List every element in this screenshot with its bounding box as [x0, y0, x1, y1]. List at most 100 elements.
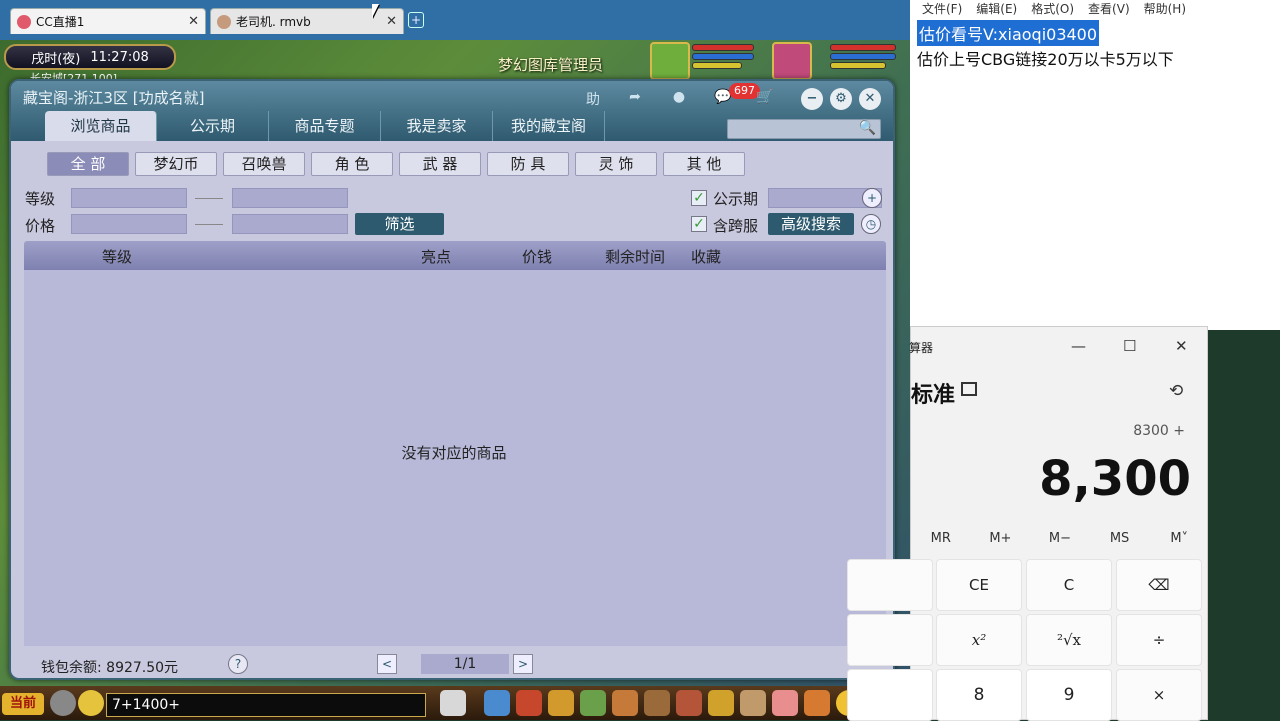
record-icon[interactable]: ●	[667, 89, 691, 109]
notepad-line-selected[interactable]: 估价看号V:xiaoqi03400	[917, 20, 1100, 46]
calc-close-button[interactable]: ✕	[1175, 337, 1188, 355]
guild-icon[interactable]	[676, 690, 702, 716]
calc-key-divide[interactable]: ÷	[1116, 614, 1202, 666]
category-armor[interactable]: 防 具	[487, 152, 569, 176]
search-icon[interactable]: 🔍	[859, 120, 876, 136]
time-period: 戌时(夜)	[31, 51, 81, 67]
activity-icon[interactable]	[804, 690, 830, 716]
help-icon[interactable]: 助	[581, 89, 605, 109]
calc-key-7[interactable]	[847, 669, 933, 721]
gift-icon[interactable]	[548, 690, 574, 716]
keep-on-top-icon[interactable]	[961, 382, 977, 396]
notepad-window: 文件(F) 编辑(E) 格式(O) 查看(V) 帮助(H) 估价看号V:xiao…	[910, 0, 1280, 330]
calculator-mode[interactable]: 标准	[911, 377, 955, 409]
browser-tab-cc-live[interactable]: CC直播1 ✕	[10, 8, 206, 34]
price-max-input[interactable]	[232, 214, 348, 234]
calc-key-ce[interactable]: CE	[936, 559, 1022, 611]
history-icon[interactable]: ⟲	[1169, 381, 1183, 401]
column-price[interactable]: 价钱	[522, 246, 552, 267]
menu-view[interactable]: 查看(V)	[1088, 0, 1130, 16]
minimize-button[interactable]: −	[801, 88, 823, 110]
memory-store-button[interactable]: MS	[1090, 531, 1150, 546]
mall-icon[interactable]	[772, 690, 798, 716]
calc-expression: 8300 +	[1133, 423, 1185, 439]
notepad-line[interactable]: 估价上号CBG链接20万以卡5万以下	[917, 46, 1174, 70]
calc-key-reciprocal[interactable]	[847, 614, 933, 666]
friends-icon[interactable]	[612, 690, 638, 716]
settings-button[interactable]: ⚙	[830, 88, 852, 110]
quest-icon[interactable]	[708, 690, 734, 716]
cross-server-checkbox[interactable]: ✓	[691, 216, 707, 232]
calc-key-multiply[interactable]: ×	[1116, 669, 1202, 721]
column-time-left[interactable]: 剩余时间	[605, 246, 665, 267]
microphone-icon[interactable]	[50, 690, 76, 716]
category-accessories[interactable]: 灵 饰	[575, 152, 657, 176]
pet-portrait[interactable]	[650, 42, 690, 80]
column-level[interactable]: 等级	[102, 246, 132, 267]
help-icon[interactable]: ?	[228, 654, 248, 674]
memory-subtract-button[interactable]: M−	[1030, 531, 1090, 546]
item-slot-icon[interactable]	[484, 690, 510, 716]
category-currency[interactable]: 梦幻币	[135, 152, 217, 176]
calc-key-9[interactable]: 9	[1026, 669, 1112, 721]
category-pets[interactable]: 召唤兽	[223, 152, 305, 176]
calc-key-backspace[interactable]: ⌫	[1116, 559, 1202, 611]
tab-seller[interactable]: 我是卖家	[381, 111, 493, 141]
tab-close-icon[interactable]: ✕	[188, 14, 199, 29]
category-weapons[interactable]: 武 器	[399, 152, 481, 176]
menu-edit[interactable]: 编辑(E)	[976, 0, 1017, 16]
calc-maximize-button[interactable]: ☐	[1123, 337, 1136, 355]
tab-public-period[interactable]: 公示期	[157, 111, 269, 141]
category-all[interactable]: 全 部	[47, 152, 129, 176]
filter-button[interactable]: 筛选	[355, 213, 444, 235]
tab-browse-items[interactable]: 浏览商品	[45, 111, 157, 141]
column-highlight[interactable]: 亮点	[421, 246, 451, 267]
player-portrait[interactable]	[772, 42, 812, 80]
advanced-search-button[interactable]: 高级搜索	[768, 213, 854, 235]
level-max-input[interactable]	[232, 188, 348, 208]
clock-icon[interactable]: ◷	[861, 214, 881, 234]
tab-close-icon[interactable]: ✕	[386, 14, 397, 29]
memory-list-button[interactable]: M˅	[1149, 531, 1209, 546]
menu-file[interactable]: 文件(F)	[922, 0, 962, 16]
cbg-header: 藏宝阁-浙江3区 [功成名就] 助 ➦ ● 💬 697 🛒 − ⚙ ✕ 浏览商品…	[11, 81, 893, 141]
team-icon[interactable]	[580, 690, 606, 716]
next-page-button[interactable]: >	[513, 654, 533, 674]
cbg-window-title: 藏宝阁-浙江3区 [功成名就]	[23, 89, 205, 107]
cart-icon[interactable]: 🛒	[753, 89, 777, 109]
add-icon[interactable]: +	[862, 188, 882, 208]
emoji-icon[interactable]	[78, 690, 104, 716]
category-other[interactable]: 其 他	[663, 152, 745, 176]
memory-recall-button[interactable]: MR	[911, 531, 971, 546]
range-dash	[195, 198, 223, 199]
results-list: 没有对应的商品	[24, 270, 886, 646]
calc-key-sqrt[interactable]: ²√x	[1026, 614, 1112, 666]
column-favorite[interactable]: 收藏	[691, 246, 721, 267]
calc-key-percent[interactable]	[847, 559, 933, 611]
menu-format[interactable]: 格式(O)	[1031, 0, 1074, 16]
map-icon[interactable]	[644, 690, 670, 716]
tab-topics[interactable]: 商品专题	[269, 111, 381, 141]
menu-help[interactable]: 帮助(H)	[1144, 0, 1186, 16]
close-button[interactable]: ✕	[859, 88, 881, 110]
price-min-input[interactable]	[71, 214, 187, 234]
chat-input[interactable]: 7+1400+	[106, 693, 426, 717]
search-input[interactable]: 🔍	[727, 119, 881, 139]
prev-page-button[interactable]: <	[377, 654, 397, 674]
calc-key-c[interactable]: C	[1026, 559, 1112, 611]
skill-slot-icon[interactable]	[440, 690, 466, 716]
calc-key-square[interactable]: x²	[936, 614, 1022, 666]
category-characters[interactable]: 角 色	[311, 152, 393, 176]
achievement-icon[interactable]	[740, 690, 766, 716]
game-clock: 戌时(夜) 11:27:08	[4, 44, 176, 70]
public-period-checkbox[interactable]: ✓	[691, 190, 707, 206]
new-tab-button[interactable]: +	[408, 12, 424, 28]
chat-channel-button[interactable]: 当前	[2, 693, 44, 715]
share-icon[interactable]: ➦	[623, 89, 647, 109]
tab-my-cbg[interactable]: 我的藏宝阁	[493, 111, 605, 141]
calc-key-8[interactable]: 8	[936, 669, 1022, 721]
bag-icon[interactable]	[516, 690, 542, 716]
memory-add-button[interactable]: M+	[971, 531, 1031, 546]
calc-minimize-button[interactable]: —	[1071, 337, 1086, 355]
level-min-input[interactable]	[71, 188, 187, 208]
